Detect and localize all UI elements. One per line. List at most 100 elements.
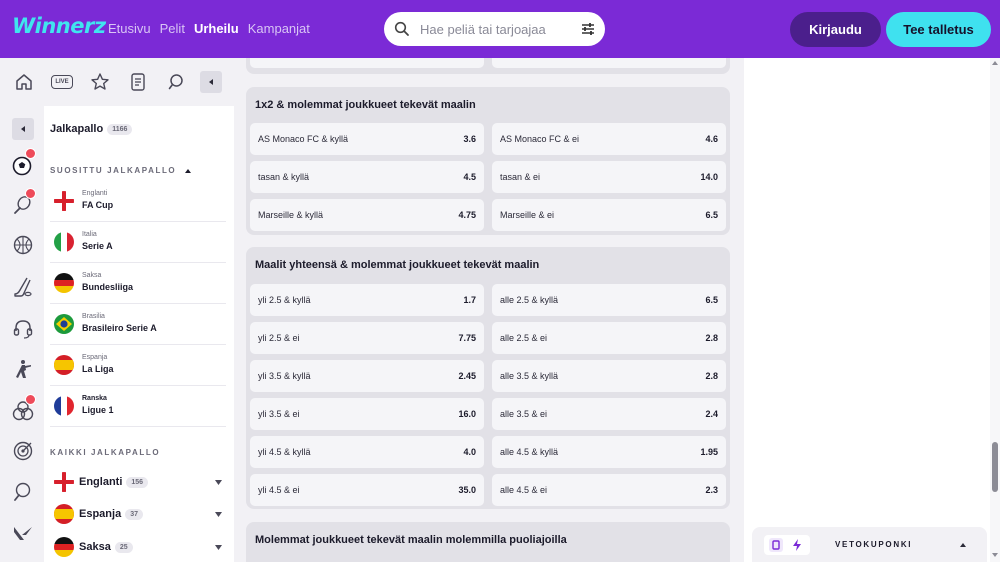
brand-logo[interactable]: Winnerz <box>12 14 106 38</box>
market-title: 1x2 & molemmat joukkueet tekevät maalin <box>255 99 476 111</box>
odd-button[interactable]: alle 4.5 & ei 2.3 <box>492 474 726 506</box>
odd-button[interactable]: alle 4.5 & kyllä 1.95 <box>492 436 726 468</box>
germany-flag-icon <box>54 537 74 557</box>
league-name: Serie A <box>82 241 113 251</box>
odd-button[interactable]: yli 2.5 & kyllä 1.7 <box>250 284 484 316</box>
scroll-down-arrow-icon[interactable] <box>992 552 998 558</box>
odd-value: 4.0 <box>463 447 476 457</box>
country-item-saksa[interactable]: Saksa 25 <box>50 531 226 562</box>
sport-count-badge: 1166 <box>107 123 133 135</box>
league-item-bundesliiga[interactable]: Saksa Bundesliiga <box>50 263 226 304</box>
esports-headset-icon[interactable] <box>12 318 34 340</box>
collapse-sidebar-button[interactable] <box>200 71 222 93</box>
league-name: FA Cup <box>82 200 114 210</box>
league-item-fa-cup[interactable]: Englanti FA Cup <box>50 181 226 222</box>
search-input[interactable] <box>420 20 570 38</box>
nav-kampanjat[interactable]: Kampanjat <box>248 21 310 36</box>
country-count-badge: 156 <box>126 476 149 488</box>
italy-flag-icon <box>54 232 74 252</box>
odd-button[interactable]: alle 3.5 & kyllä 2.8 <box>492 360 726 392</box>
shooter-game-icon[interactable] <box>12 358 34 380</box>
scroll-up-arrow-icon[interactable] <box>992 60 998 66</box>
selection-label: yli 4.5 & ei <box>258 485 300 495</box>
odd-button[interactable]: yli 2.5 & ei 7.75 <box>250 322 484 354</box>
odd-button[interactable]: yli 4.5 & kyllä 4.0 <box>250 436 484 468</box>
country-count-badge: 25 <box>114 541 133 553</box>
odd-button[interactable]: Marseille & ei 6.5 <box>492 199 726 231</box>
hockey-icon[interactable] <box>12 276 34 298</box>
sport-list-panel: Jalkapallo 1166 SUOSITTU JALKAPALLO Engla… <box>44 106 234 562</box>
odd-button[interactable]: yli 3.5 & kyllä 2.45 <box>250 360 484 392</box>
odd-button[interactable]: alle 3.5 & ei 2.4 <box>492 398 726 430</box>
odd-button[interactable]: AS Monaco FC & kyllä 3.6 <box>250 123 484 155</box>
triangle-left-icon <box>21 126 25 132</box>
single-bet-icon[interactable] <box>769 538 783 552</box>
odd-button[interactable]: alle 2.5 & kyllä 6.5 <box>492 284 726 316</box>
market-title: Molemmat joukkueet tekevät maalin molemm… <box>255 534 567 546</box>
scrollbar-thumb[interactable] <box>992 442 998 492</box>
france-flag-icon <box>54 396 74 416</box>
market-card-previous <box>246 58 730 74</box>
selection-label: alle 4.5 & ei <box>500 485 548 495</box>
star-icon[interactable] <box>90 72 110 92</box>
market-title: Maalit yhteensä & molemmat joukkueet tek… <box>255 259 540 271</box>
betslip-history-icon[interactable] <box>128 72 148 92</box>
nav-urheilu[interactable]: Urheilu <box>194 21 239 36</box>
odd-button[interactable]: alle 2.5 & ei 2.8 <box>492 322 726 354</box>
odd-button[interactable]: AS Monaco FC & ei 4.6 <box>492 123 726 155</box>
odd-value: 6.5 <box>705 295 718 305</box>
search-icon[interactable] <box>167 72 187 92</box>
sidebar-quick-row: LIVE <box>0 58 234 106</box>
league-item-la-liga[interactable]: Espanja La Liga <box>50 345 226 386</box>
hot-badge-icon <box>25 394 36 405</box>
popular-section-title[interactable]: SUOSITTU JALKAPALLO <box>50 166 192 175</box>
login-button[interactable]: Kirjaudu <box>790 12 881 47</box>
england-flag-icon <box>54 191 74 211</box>
darts-target-icon[interactable] <box>12 440 34 462</box>
odd-value: 7.75 <box>458 333 476 343</box>
odd-button[interactable] <box>492 58 726 68</box>
odd-value: 2.3 <box>705 485 718 495</box>
league-name: Ligue 1 <box>82 405 114 415</box>
nav-pelit[interactable]: Pelit <box>160 21 185 36</box>
home-icon[interactable] <box>14 72 34 92</box>
league-item-brasileiro[interactable]: Brasilia Brasileiro Serie A <box>50 304 226 345</box>
odd-button[interactable]: tasan & ei 14.0 <box>492 161 726 193</box>
betslip-coupon-bar[interactable]: VETOKUPONKI <box>752 527 987 562</box>
country-item-englanti[interactable]: Englanti 156 <box>50 466 226 498</box>
hot-badge-icon <box>25 148 36 159</box>
odd-button[interactable]: yli 3.5 & ei 16.0 <box>250 398 484 430</box>
odd-button[interactable]: tasan & kyllä 4.5 <box>250 161 484 193</box>
valorant-icon[interactable] <box>12 522 34 544</box>
all-section-title: KAIKKI JALKAPALLO <box>50 448 161 457</box>
odd-value: 2.45 <box>458 371 476 381</box>
nav-etusivu[interactable]: Etusivu <box>108 21 151 36</box>
odd-value: 3.6 <box>463 134 476 144</box>
markets-area: 1x2 & molemmat joukkueet tekevät maalin … <box>234 58 744 562</box>
lightning-icon[interactable] <box>790 538 804 552</box>
england-flag-icon <box>54 472 74 492</box>
country-name: Saksa <box>79 541 111 553</box>
selection-label: yli 4.5 & kyllä <box>258 447 311 457</box>
filter-sliders-icon[interactable] <box>580 21 596 37</box>
league-item-serie-a[interactable]: Italia Serie A <box>50 222 226 263</box>
country-name: Espanja <box>79 508 122 520</box>
chevron-up-icon[interactable] <box>959 541 967 549</box>
odd-value: 16.0 <box>458 409 476 419</box>
odd-button[interactable] <box>250 58 484 68</box>
live-icon[interactable]: LIVE <box>51 75 73 89</box>
table-tennis-icon[interactable] <box>12 481 34 503</box>
odd-button[interactable]: yli 4.5 & ei 35.0 <box>250 474 484 506</box>
league-item-ligue-1[interactable]: Ranska Ligue 1 <box>50 386 226 427</box>
betslip-mode-tabs <box>764 535 810 555</box>
odd-button[interactable]: Marseille & kyllä 4.75 <box>250 199 484 231</box>
deposit-button[interactable]: Tee talletus <box>886 12 991 47</box>
odd-value: 14.0 <box>700 172 718 182</box>
country-item-espanja[interactable]: Espanja 37 <box>50 498 226 530</box>
collapse-sport-list-button[interactable] <box>12 118 34 140</box>
chevron-down-icon <box>215 545 222 550</box>
league-country: Ranska <box>82 395 107 402</box>
selection-label: alle 4.5 & kyllä <box>500 447 559 457</box>
sport-heading[interactable]: Jalkapallo 1166 <box>50 123 133 135</box>
basketball-icon[interactable] <box>12 234 34 256</box>
